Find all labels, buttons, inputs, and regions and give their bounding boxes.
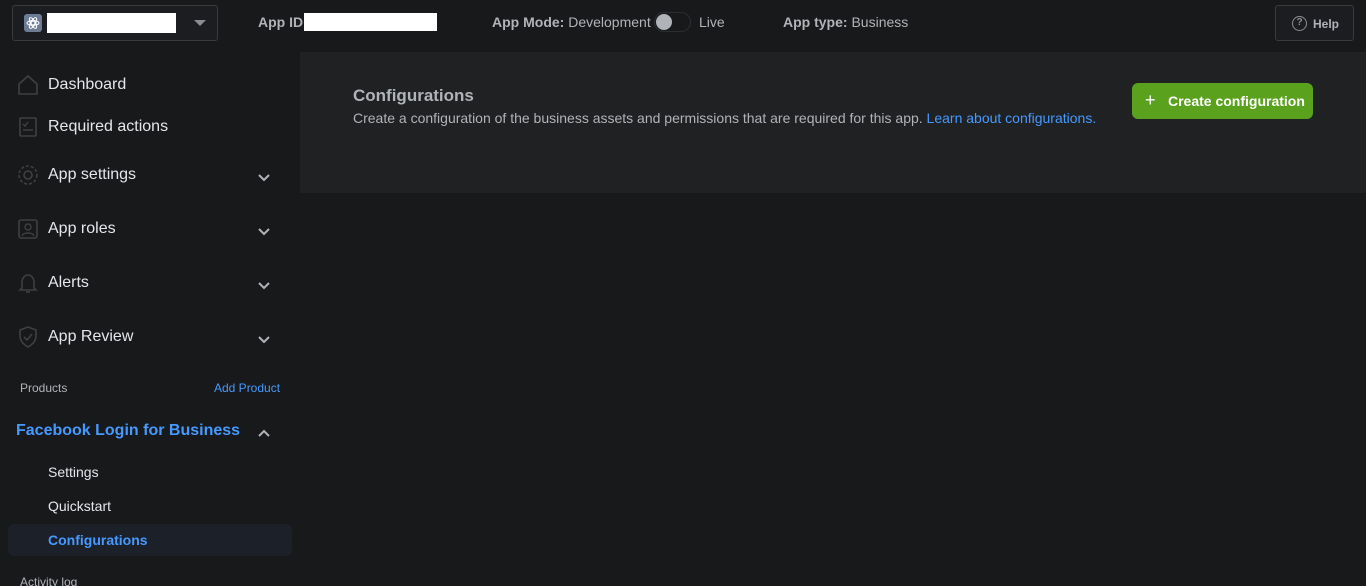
toggle-knob <box>656 14 672 30</box>
user-badge-icon <box>16 217 40 241</box>
sidebar-item-label: App settings <box>48 166 137 183</box>
sidebar-item-app-roles[interactable]: App roles <box>0 209 300 249</box>
sidebar-item-label: App roles <box>48 220 116 237</box>
sidebar-item-app-settings[interactable]: App settings <box>0 155 300 195</box>
add-product-link[interactable]: Add Product <box>214 381 280 395</box>
sidebar-item-label: Dashboard <box>48 76 127 93</box>
page-title: Configurations <box>353 86 474 105</box>
live-label: Live <box>699 14 725 30</box>
products-heading: Products <box>20 381 68 395</box>
sidebar: Dashboard Required actions App settings … <box>0 52 300 586</box>
app-id-redacted <box>304 13 437 31</box>
sidebar-subitem-configurations[interactable]: Configurations <box>8 524 292 556</box>
sidebar-item-required-actions[interactable]: Required actions <box>0 107 300 147</box>
app-type: App type: Business <box>783 14 908 30</box>
sidebar-item-facebook-login[interactable]: Facebook Login for Business <box>16 422 240 440</box>
app-type-value: Business <box>851 14 909 30</box>
configurations-panel: Configurations Create a configuration of… <box>300 52 1366 193</box>
app-mode-label: App Mode: <box>492 14 565 30</box>
app-mode: App Mode: Development <box>492 14 651 30</box>
app-type-label: App type: <box>783 14 848 30</box>
learn-more-link[interactable]: Learn about configurations. <box>927 110 1097 126</box>
page-description: Create a configuration of the business a… <box>353 110 1096 126</box>
sidebar-subitem-label: Configurations <box>48 532 148 548</box>
app-mode-value: Development <box>568 14 651 30</box>
shield-check-icon <box>16 325 40 349</box>
app-name-redacted <box>47 13 176 33</box>
app-id-label: App ID: <box>258 14 308 30</box>
sidebar-item-app-review[interactable]: App Review <box>0 317 300 357</box>
sidebar-item-label: Alerts <box>48 274 89 291</box>
help-label: Help <box>1313 17 1340 31</box>
app-mode-toggle[interactable] <box>654 12 691 32</box>
sidebar-item-alerts[interactable]: Alerts <box>0 263 300 303</box>
chevron-down-icon[interactable] <box>258 278 270 296</box>
sidebar-item-dashboard[interactable]: Dashboard <box>0 65 300 105</box>
chevron-up-icon[interactable] <box>258 425 270 443</box>
home-icon <box>16 73 40 97</box>
caret-down-icon[interactable] <box>194 20 206 26</box>
help-icon: ? <box>1292 16 1307 31</box>
description-text: Create a configuration of the business a… <box>353 110 923 126</box>
plus-icon: + <box>1145 90 1156 110</box>
bell-icon <box>16 271 40 295</box>
app-picker[interactable] <box>12 5 218 41</box>
sidebar-item-label: App Review <box>48 328 134 345</box>
sidebar-subitem-settings[interactable]: Settings <box>48 464 99 480</box>
create-configuration-label: Create configuration <box>1168 93 1305 109</box>
chevron-down-icon[interactable] <box>258 332 270 350</box>
sidebar-item-activity-log[interactable]: Activity log <box>20 575 77 586</box>
sidebar-subitem-quickstart[interactable]: Quickstart <box>48 498 111 514</box>
help-button[interactable]: ? Help <box>1275 5 1354 41</box>
top-bar: App ID: App Mode: Development Live App t… <box>0 0 1366 44</box>
create-configuration-button[interactable]: + Create configuration <box>1132 83 1313 119</box>
gear-icon <box>16 163 40 187</box>
chevron-down-icon[interactable] <box>258 224 270 242</box>
sidebar-item-label: Required actions <box>48 118 169 135</box>
checklist-icon <box>16 115 40 139</box>
chevron-down-icon[interactable] <box>258 170 270 188</box>
app-icon <box>24 14 42 32</box>
